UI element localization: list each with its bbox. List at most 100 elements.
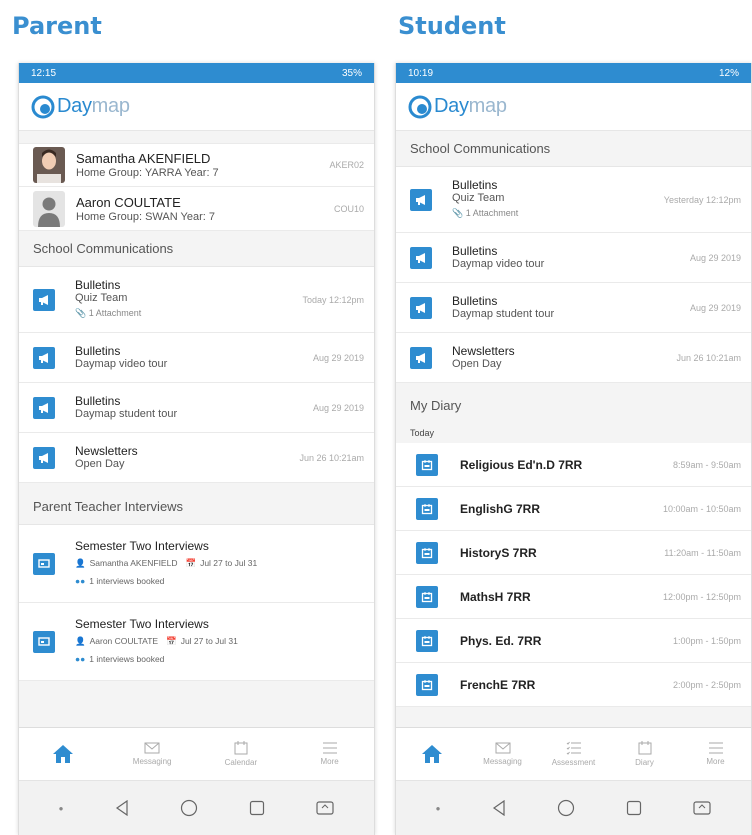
comm-title: Bulletins bbox=[452, 178, 498, 192]
comm-item[interactable]: Bulletins Daymap student tour Aug 29 201… bbox=[396, 283, 751, 333]
comm-date: Aug 29 2019 bbox=[689, 252, 741, 263]
status-bar: 12:15 35% bbox=[19, 63, 374, 83]
dot-icon: ● bbox=[58, 803, 64, 813]
diary-item[interactable]: EnglishG 7RR 10:00am - 10:50am bbox=[396, 487, 751, 531]
interview-dates: Jul 27 to Jul 31 bbox=[180, 635, 238, 646]
calendar-icon bbox=[234, 741, 248, 755]
diary-item[interactable]: MathsH 7RR 12:00pm - 12:50pm bbox=[396, 575, 751, 619]
diary-item[interactable]: HistoryS 7RR 11:20am - 11:50am bbox=[396, 531, 751, 575]
status-battery: 35% bbox=[341, 67, 362, 79]
checklist-icon bbox=[566, 741, 581, 755]
comm-title: Bulletins bbox=[75, 344, 121, 358]
calendar-icon bbox=[416, 541, 438, 564]
parent-phone-screen: 12:15 35% Daymap Samantha AKENFIELD Home… bbox=[18, 63, 375, 835]
nav-messaging[interactable]: Messaging bbox=[467, 742, 538, 766]
home-icon bbox=[53, 745, 74, 763]
comm-date: Jun 26 10:21am bbox=[299, 452, 364, 463]
comm-item[interactable]: Newsletters Open Day Jun 26 10:21am bbox=[396, 333, 751, 383]
home-icon bbox=[421, 745, 442, 763]
nav-assessment[interactable]: Assessment bbox=[538, 741, 609, 767]
student-section-title: Student bbox=[398, 12, 506, 40]
system-navigation-bar: ● bbox=[396, 780, 751, 835]
comm-date: Aug 29 2019 bbox=[312, 352, 364, 363]
comm-date: Jun 26 10:21am bbox=[676, 352, 741, 363]
home-button-icon[interactable] bbox=[557, 799, 575, 817]
comm-title: Bulletins bbox=[452, 294, 498, 308]
diary-class: EnglishG 7RR bbox=[460, 501, 541, 516]
child-name: Samantha AKENFIELD bbox=[76, 151, 211, 166]
interview-icon bbox=[33, 630, 55, 653]
nav-messaging[interactable]: Messaging bbox=[108, 742, 197, 766]
envelope-icon bbox=[495, 742, 510, 754]
status-time: 12:15 bbox=[31, 67, 57, 79]
comm-date: Aug 29 2019 bbox=[312, 402, 364, 413]
nav-more[interactable]: More bbox=[680, 742, 751, 766]
comm-item[interactable]: Bulletins Daymap student tour Aug 29 201… bbox=[19, 383, 374, 433]
avatar bbox=[33, 147, 65, 183]
child-code: AKER02 bbox=[329, 160, 364, 170]
home-button-icon[interactable] bbox=[180, 799, 198, 817]
megaphone-icon bbox=[33, 446, 55, 469]
bottom-navigation: Messaging Assessment Diary More bbox=[396, 727, 751, 780]
comm-item[interactable]: Bulletins Daymap video tour Aug 29 2019 bbox=[396, 233, 751, 283]
calendar-icon bbox=[416, 629, 438, 652]
diary-time: 2:00pm - 2:50pm bbox=[672, 679, 741, 690]
diary-item[interactable]: FrenchE 7RR 2:00pm - 2:50pm bbox=[396, 663, 751, 707]
home-content[interactable]: Samantha AKENFIELD Home Group: YARRA Yea… bbox=[19, 131, 374, 727]
interview-title: Semester Two Interviews bbox=[75, 538, 209, 553]
comm-title: Newsletters bbox=[75, 444, 138, 458]
diary-class: Religious Ed'n.D 7RR bbox=[460, 457, 583, 472]
bottom-navigation: Messaging Calendar More bbox=[19, 727, 374, 780]
student-phone-screen: 10:19 12% Daymap School Communications B… bbox=[395, 63, 752, 835]
diary-item[interactable]: Phys. Ed. 7RR 1:00pm - 1:50pm bbox=[396, 619, 751, 663]
calendar-icon bbox=[416, 453, 438, 476]
comms-section-header: School Communications bbox=[396, 131, 751, 167]
diary-item[interactable]: Religious Ed'n.D 7RR 8:59am - 9:50am bbox=[396, 443, 751, 487]
diary-time: 11:20am - 11:50am bbox=[664, 547, 741, 558]
interview-meta: 👤 Samantha AKENFIELD 📅 Jul 27 to Jul 31 bbox=[75, 554, 364, 573]
diary-time: 8:59am - 9:50am bbox=[672, 459, 741, 470]
menu-icon bbox=[708, 742, 723, 754]
child-row[interactable]: Samantha AKENFIELD Home Group: YARRA Yea… bbox=[19, 143, 374, 187]
child-row[interactable]: Aaron COULTATE Home Group: SWAN Year: 7 … bbox=[19, 187, 374, 231]
comm-title: Newsletters bbox=[452, 344, 515, 358]
interview-item[interactable]: Semester Two Interviews 👤 Aaron COULTATE… bbox=[19, 603, 374, 681]
comm-item[interactable]: Newsletters Open Day Jun 26 10:21am bbox=[19, 433, 374, 483]
diary-class: MathsH 7RR bbox=[460, 589, 531, 604]
nav-more[interactable]: More bbox=[285, 742, 374, 766]
comm-title: Bulletins bbox=[452, 244, 498, 258]
interview-person: Samantha AKENFIELD bbox=[89, 557, 178, 568]
nav-home[interactable] bbox=[19, 743, 108, 765]
comm-subtitle: Daymap student tour bbox=[75, 408, 178, 420]
interview-booked: ●● 1 interviews booked bbox=[75, 573, 364, 589]
nav-home[interactable] bbox=[396, 743, 467, 765]
diary-section-header: My Diary bbox=[396, 387, 751, 423]
screen-switch-icon[interactable] bbox=[316, 801, 334, 815]
comm-item[interactable]: Bulletins Daymap video tour Aug 29 2019 bbox=[19, 333, 374, 383]
back-icon[interactable] bbox=[115, 800, 129, 816]
app-header: Daymap bbox=[396, 83, 751, 131]
diary-time: 12:00pm - 12:50pm bbox=[662, 591, 741, 602]
interview-icon bbox=[33, 552, 55, 575]
nav-diary[interactable]: Diary bbox=[609, 741, 680, 767]
screen-switch-icon[interactable] bbox=[693, 801, 711, 815]
comm-item[interactable]: Bulletins Quiz Team 📎 1 Attachment Today… bbox=[19, 267, 374, 333]
paperclip-icon: 📎 bbox=[452, 208, 464, 218]
person-icon: 👤 bbox=[75, 635, 86, 646]
home-content[interactable]: School Communications Bulletins Quiz Tea… bbox=[396, 131, 751, 727]
comm-subtitle: Quiz Team bbox=[452, 192, 505, 204]
comm-subtitle: Daymap student tour bbox=[452, 308, 555, 320]
calendar-icon bbox=[638, 741, 651, 755]
back-icon[interactable] bbox=[492, 800, 506, 816]
person-icon: 👤 bbox=[75, 557, 86, 568]
megaphone-icon bbox=[33, 288, 55, 311]
menu-icon bbox=[322, 742, 337, 754]
diary-day-label: Today bbox=[396, 423, 751, 443]
recents-icon[interactable] bbox=[626, 800, 642, 816]
interview-item[interactable]: Semester Two Interviews 👤 Samantha AKENF… bbox=[19, 525, 374, 603]
recents-icon[interactable] bbox=[249, 800, 265, 816]
app-logo-text: Daymap bbox=[57, 95, 130, 117]
diary-time: 1:00pm - 1:50pm bbox=[672, 635, 741, 646]
comm-item[interactable]: Bulletins Quiz Team 📎 1 Attachment Yeste… bbox=[396, 167, 751, 233]
nav-calendar[interactable]: Calendar bbox=[197, 741, 286, 767]
